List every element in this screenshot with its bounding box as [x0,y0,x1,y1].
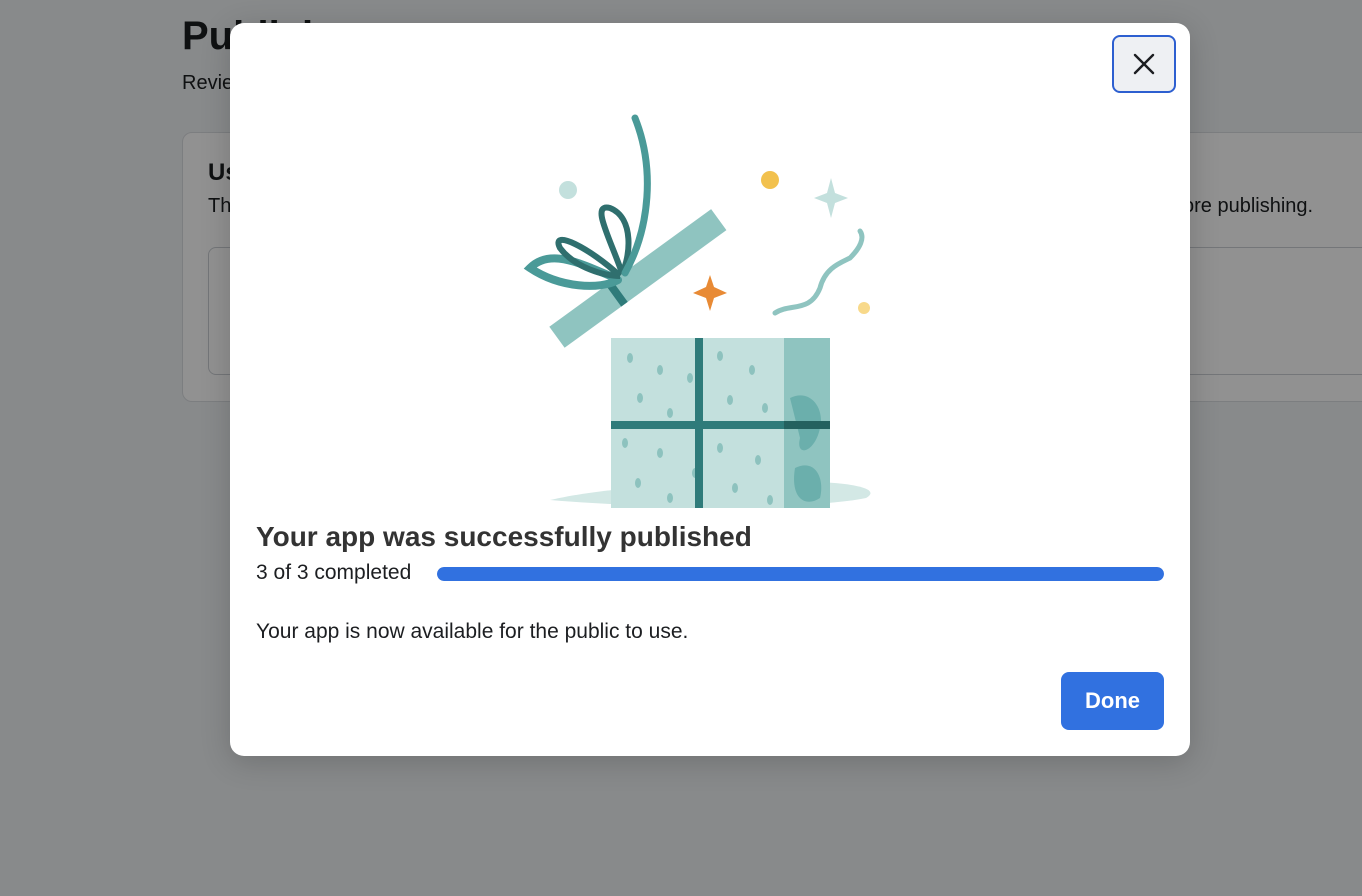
dialog-title: Your app was successfully published [256,521,752,552]
gift-box-icon [523,114,871,508]
close-button[interactable] [1112,35,1176,93]
progress-row: 3 of 3 completed [256,561,1164,587]
progress-bar-fill [437,567,1164,581]
close-icon [1133,53,1155,75]
done-button[interactable]: Done [1061,672,1164,730]
progress-bar [437,567,1164,581]
progress-label: 3 of 3 completed [256,561,412,584]
publish-success-dialog: Your app was successfully published 3 of… [230,23,1190,756]
dialog-body-text: Your app is now available for the public… [256,620,689,643]
